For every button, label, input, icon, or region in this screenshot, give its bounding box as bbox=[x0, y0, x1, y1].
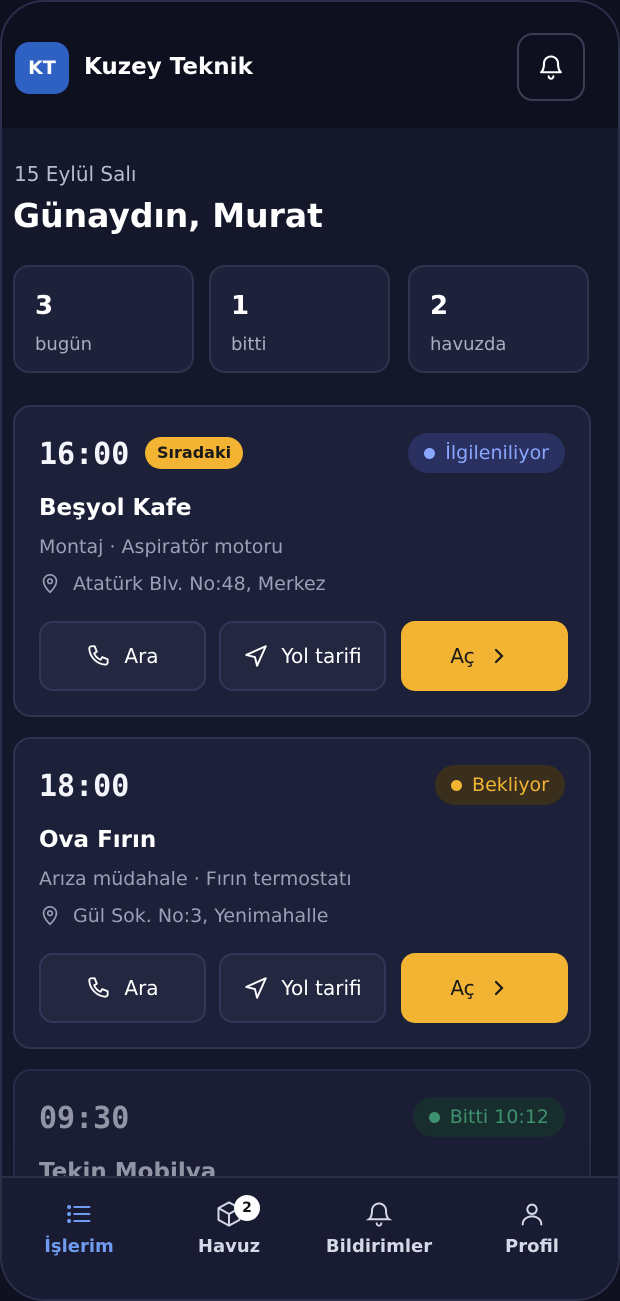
stat-pool: 2 havuzda bbox=[408, 265, 589, 373]
stat-value: 3 bbox=[35, 291, 54, 321]
phone-icon bbox=[88, 977, 109, 998]
location-pin-icon bbox=[42, 574, 58, 594]
stat-done: 1 bitti bbox=[209, 265, 390, 373]
status-badge: Bitti 10:12 bbox=[412, 1097, 565, 1137]
address-text: Atatürk Blv. No:48, Merkez bbox=[73, 573, 326, 595]
job-address: Gül Sok. No:3, Yenimahalle bbox=[39, 905, 328, 927]
job-time: 16:00 bbox=[39, 437, 130, 472]
nav-item-jobs[interactable]: İşlerim bbox=[2, 1178, 156, 1278]
notifications-button[interactable] bbox=[517, 33, 585, 101]
current-date: 15 Eylül Salı bbox=[14, 162, 137, 186]
pool-count-badge: 2 bbox=[234, 1195, 260, 1221]
stat-label: havuzda bbox=[430, 334, 507, 355]
app-frame: KT Kuzey Teknik 15 Eylül Salı Günaydın, … bbox=[0, 0, 620, 1301]
stat-value: 2 bbox=[430, 291, 449, 321]
navigation-arrow-icon bbox=[245, 977, 268, 999]
call-label: Ara bbox=[124, 976, 159, 1000]
nav-label: Havuz bbox=[197, 1235, 261, 1257]
status-dot bbox=[451, 779, 463, 791]
status-dot bbox=[428, 1111, 440, 1123]
directions-button[interactable]: Yol tarifi bbox=[219, 621, 386, 691]
bell-icon bbox=[365, 1202, 393, 1227]
navigation-arrow-icon bbox=[245, 645, 268, 667]
open-job-button[interactable]: Aç bbox=[401, 621, 568, 691]
list-icon bbox=[67, 1204, 91, 1223]
company-logo: KT bbox=[15, 42, 69, 94]
job-time: 09:30 bbox=[39, 1101, 130, 1136]
nav-item-profile[interactable]: Profil bbox=[455, 1178, 609, 1278]
nav-label: Bildirimler bbox=[325, 1235, 433, 1257]
job-address: Atatürk Blv. No:48, Merkez bbox=[39, 573, 326, 595]
nav-item-pool[interactable]: 2 Havuz bbox=[152, 1178, 306, 1278]
status-label: İlgileniliyor bbox=[445, 442, 549, 464]
job-card[interactable]: 18:00 Bekliyor Ova Fırın Arıza müdahale … bbox=[13, 737, 591, 1049]
job-subtitle: Montaj · Aspiratör motoru bbox=[39, 536, 284, 558]
directions-label: Yol tarifi bbox=[281, 976, 362, 1000]
call-button[interactable]: Ara bbox=[39, 621, 206, 691]
user-icon bbox=[521, 1203, 543, 1225]
status-badge: İlgileniliyor bbox=[408, 433, 565, 473]
status-badge: Bekliyor bbox=[435, 765, 565, 805]
phone-icon bbox=[88, 645, 109, 666]
stat-label: bitti bbox=[231, 334, 267, 355]
bottom-nav: İşlerim 2 Havuz Bildirimler Profil bbox=[2, 1176, 618, 1299]
call-label: Ara bbox=[124, 644, 159, 668]
company-name: Kuzey Teknik bbox=[84, 54, 253, 80]
nav-label: Profil bbox=[505, 1235, 559, 1257]
job-title: Ova Fırın bbox=[39, 827, 157, 853]
open-label: Aç bbox=[450, 644, 475, 668]
open-label: Aç bbox=[450, 976, 475, 1000]
nav-label: İşlerim bbox=[44, 1235, 114, 1257]
status-label: Bekliyor bbox=[472, 774, 549, 796]
call-button[interactable]: Ara bbox=[39, 953, 206, 1023]
open-job-button[interactable]: Aç bbox=[401, 953, 568, 1023]
status-label: Bitti 10:12 bbox=[449, 1106, 549, 1128]
nav-item-notifications[interactable]: Bildirimler bbox=[302, 1178, 456, 1278]
stat-label: bugün bbox=[35, 334, 93, 355]
location-pin-icon bbox=[42, 906, 58, 926]
directions-label: Yol tarifi bbox=[281, 644, 362, 668]
stat-value: 1 bbox=[231, 291, 250, 321]
next-tag: Sıradaki bbox=[145, 437, 244, 469]
address-text: Gül Sok. No:3, Yenimahalle bbox=[73, 905, 329, 927]
job-subtitle: Arıza müdahale · Fırın termostatı bbox=[39, 868, 352, 890]
chevron-right-icon bbox=[494, 648, 504, 664]
job-title: Beşyol Kafe bbox=[39, 495, 192, 521]
app-header: KT Kuzey Teknik bbox=[2, 2, 618, 128]
status-dot bbox=[424, 447, 436, 459]
greeting-title: Günaydın, Murat bbox=[13, 196, 323, 235]
directions-button[interactable]: Yol tarifi bbox=[219, 953, 386, 1023]
chevron-right-icon bbox=[494, 980, 504, 996]
job-time: 18:00 bbox=[39, 769, 130, 804]
bell-icon bbox=[540, 55, 562, 80]
job-card[interactable]: 16:00 Sıradaki İlgileniliyor Beşyol Kafe… bbox=[13, 405, 591, 717]
stat-today: 3 bugün bbox=[13, 265, 194, 373]
